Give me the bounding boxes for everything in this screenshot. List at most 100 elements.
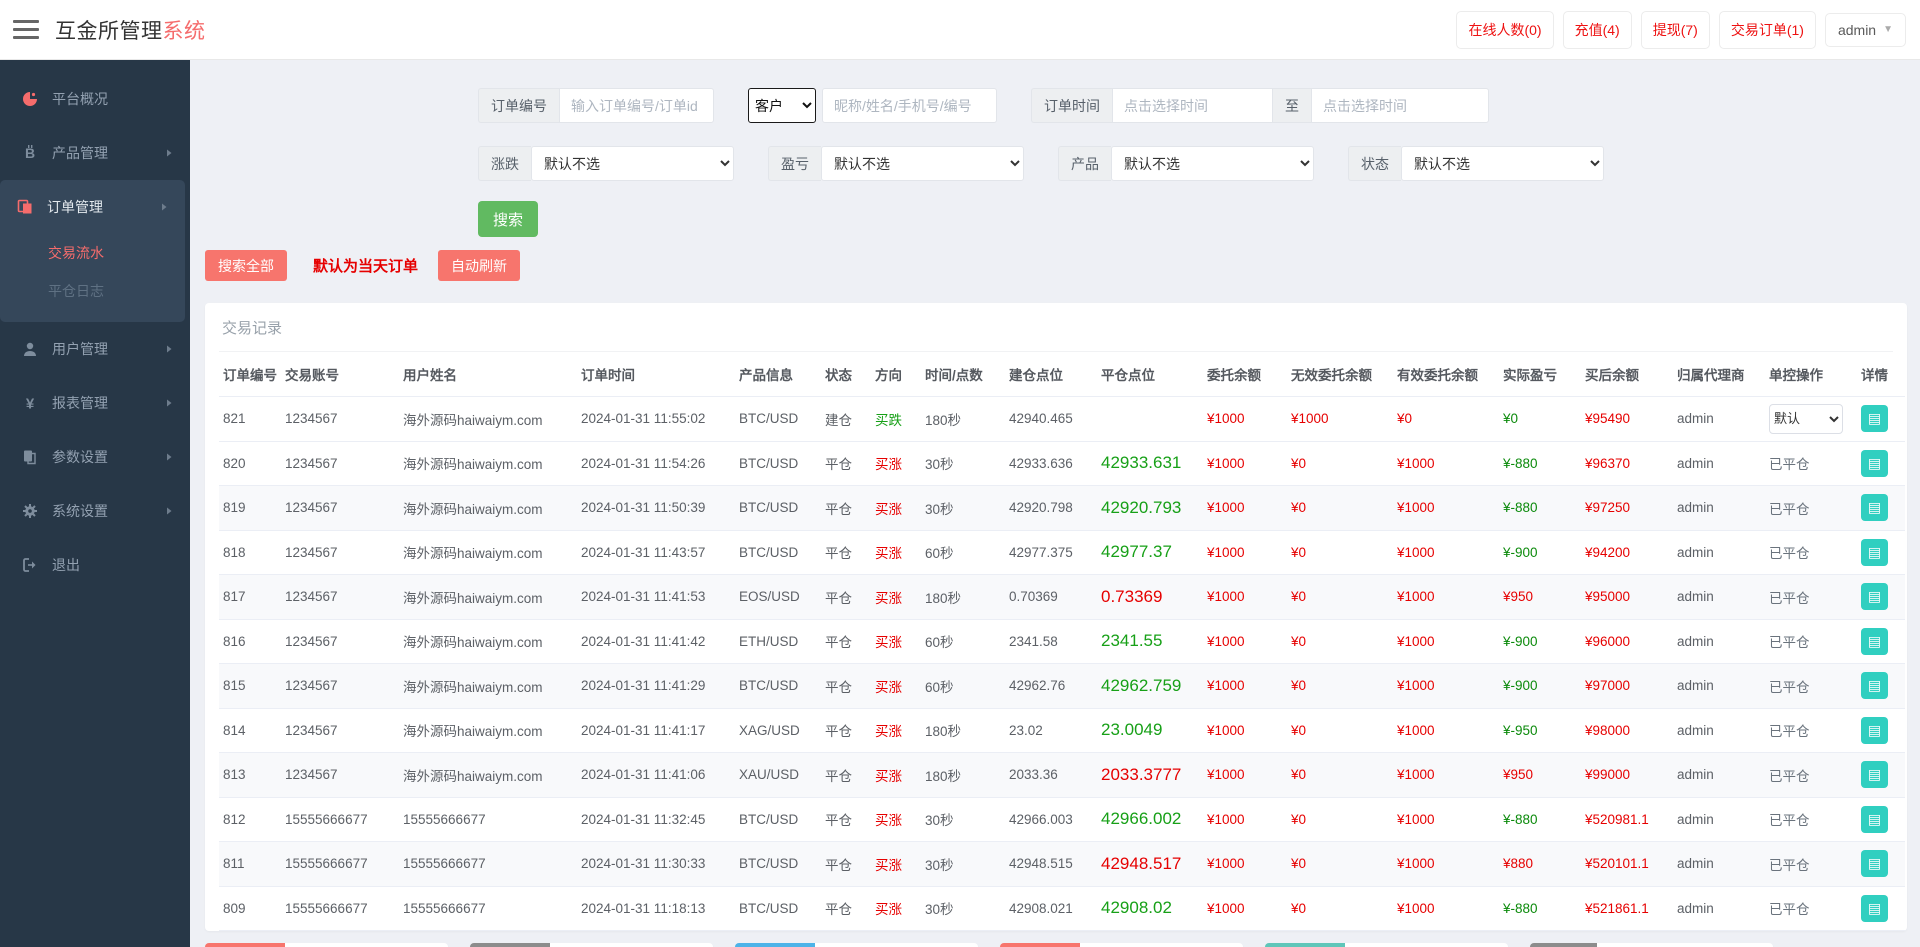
updown-select[interactable]: 默认不选	[531, 146, 734, 181]
status-select[interactable]: 默认不选	[1401, 146, 1604, 181]
cell-valid_entrust: ¥1000	[1393, 886, 1499, 931]
main-content: 订单编号 客户 订单时间 至 涨跌 默认不选 盈亏 默认不选 产品 默认不选 状…	[190, 60, 1920, 947]
top-header: 互金所管理系统 在线人数(0) 充值(4) 提现(7) 交易订单(1) admin ▼	[0, 0, 1920, 60]
cell-invalid_entrust: ¥0	[1287, 574, 1393, 620]
cell-id: 813	[219, 752, 281, 798]
detail-button[interactable]: ▤	[1861, 805, 1888, 833]
auto-refresh-button[interactable]: 自动刷新	[438, 250, 521, 281]
cell-product: BTC/USD	[735, 797, 821, 842]
header-stat-button[interactable]: 充值(4)	[1562, 10, 1632, 49]
cell-account: 1234567	[281, 752, 399, 798]
cell-detail: ▤	[1857, 797, 1905, 842]
cell-after_balance: ¥95490	[1581, 396, 1673, 442]
logout-icon	[20, 557, 40, 573]
sidebar-item-label: 用户管理	[52, 341, 108, 357]
chevron-right-icon	[164, 398, 174, 408]
admin-dropdown[interactable]: admin ▼	[1824, 12, 1906, 47]
search-button[interactable]: 搜索	[478, 201, 539, 237]
time-from-input[interactable]	[1112, 88, 1272, 123]
sidebar-item-orders[interactable]: 订单管理	[0, 180, 185, 234]
search-all-button[interactable]: 搜索全部	[205, 250, 287, 281]
sidebar-item-params[interactable]: 参数设置	[0, 430, 190, 484]
cell-direction: 买涨	[871, 886, 921, 931]
detail-button[interactable]: ▤	[1861, 449, 1888, 477]
cell-close_point: 42966.002	[1097, 797, 1203, 842]
cell-after_balance: ¥99000	[1581, 752, 1673, 798]
customer-type-select[interactable]: 客户	[748, 88, 816, 123]
cell-after_balance: ¥94200	[1581, 530, 1673, 575]
control-status-text: 已平仓	[1769, 902, 1810, 918]
detail-button[interactable]: ▤	[1861, 894, 1888, 922]
cell-close_point: 42920.793	[1097, 485, 1203, 531]
sidebar-item-dashboard[interactable]: 平台概况	[0, 72, 190, 126]
cell-close_point: 42933.631	[1097, 441, 1203, 486]
cell-product: BTC/USD	[735, 841, 821, 887]
trade-records-panel: 交易记录 订单编号 交易账号 用户姓名 订单时间 产品信息 状态 方向 时间/点数 建仓点位 平仓…	[205, 303, 1907, 931]
cell-product: BTC/USD	[735, 886, 821, 931]
cell-account: 15555666677	[281, 886, 399, 931]
cell-close_point: 42977.37	[1097, 530, 1203, 575]
close-point-value: 42920.793	[1101, 497, 1182, 517]
time-to-input[interactable]	[1311, 88, 1489, 123]
app-title: 互金所管理系统	[55, 15, 206, 45]
sidebar-item-user[interactable]: 用户管理	[0, 322, 190, 376]
cell-duration: 30秒	[921, 841, 1005, 887]
cell-time: 2024-01-31 11:55:02	[577, 396, 735, 442]
cell-entrust: ¥1000	[1203, 441, 1287, 486]
detail-button[interactable]: ▤	[1861, 538, 1888, 566]
cell-invalid_entrust: ¥0	[1287, 663, 1393, 709]
column-header-open_point: 建仓点位	[1005, 352, 1097, 397]
detail-button[interactable]: ▤	[1861, 716, 1888, 744]
detail-button[interactable]: ▤	[1861, 850, 1888, 878]
cell-open_point: 2341.58	[1005, 619, 1097, 664]
sidebar-item-logout[interactable]: 退出	[0, 538, 190, 592]
cell-detail: ▤	[1857, 574, 1905, 620]
cell-agent: admin	[1673, 530, 1765, 575]
after_balance-value: ¥94200	[1585, 544, 1631, 560]
cell-username: 15555666677	[399, 841, 577, 887]
control-status-text: 已平仓	[1769, 813, 1810, 829]
product-select[interactable]: 默认不选	[1111, 146, 1314, 181]
hamburger-menu-icon[interactable]	[13, 19, 39, 40]
customer-input[interactable]	[822, 88, 997, 123]
cell-time: 2024-01-31 11:18:13	[577, 886, 735, 931]
order-no-input[interactable]	[559, 88, 714, 123]
detail-button[interactable]: ▤	[1861, 405, 1888, 433]
profit-loss-select[interactable]: 默认不选	[821, 146, 1024, 181]
updown-label: 涨跌	[478, 146, 531, 181]
detail-list-icon: ▤	[1867, 410, 1882, 427]
detail-button[interactable]: ▤	[1861, 672, 1888, 700]
sidebar-subitem[interactable]: 交易流水	[0, 234, 185, 272]
profit-value: ¥-900	[1503, 633, 1538, 649]
detail-button[interactable]: ▤	[1861, 494, 1888, 522]
sidebar-item-gear[interactable]: 系统设置	[0, 484, 190, 538]
cell-open_point: 42933.636	[1005, 441, 1097, 486]
profit-value: ¥-880	[1503, 455, 1538, 471]
sidebar-item-bitcoin[interactable]: B 产品管理	[0, 126, 190, 180]
single-control-select[interactable]: 默认	[1769, 403, 1843, 434]
detail-button[interactable]: ▤	[1861, 627, 1888, 655]
valid_entrust-value: ¥1000	[1397, 811, 1435, 827]
detail-button[interactable]: ▤	[1861, 761, 1888, 789]
status-group: 状态 默认不选	[1348, 146, 1604, 181]
cell-open_point: 42920.798	[1005, 485, 1097, 531]
header-stat-button[interactable]: 提现(7)	[1640, 10, 1710, 49]
header-stat-button[interactable]: 交易订单(1)	[1718, 10, 1816, 49]
cell-product: BTC/USD	[735, 530, 821, 575]
order-time-group: 订单时间 至	[1031, 88, 1489, 123]
cell-account: 1234567	[281, 530, 399, 575]
column-header-duration: 时间/点数	[921, 352, 1005, 397]
cell-id: 811	[219, 841, 281, 887]
detail-list-icon: ▤	[1867, 588, 1882, 605]
column-header-invalid_entrust: 无效委托余额	[1287, 352, 1393, 397]
sidebar-item-yen[interactable]: ¥ 报表管理	[0, 376, 190, 430]
direction-value: 买涨	[875, 546, 902, 562]
cell-invalid_entrust: ¥0	[1287, 708, 1393, 753]
cell-close_point: 2033.3777	[1097, 752, 1203, 798]
detail-list-icon: ▤	[1867, 721, 1882, 738]
sidebar-subitem[interactable]: 平仓日志	[0, 272, 185, 310]
cell-time: 2024-01-31 11:41:42	[577, 619, 735, 664]
cell-time: 2024-01-31 11:41:29	[577, 663, 735, 709]
header-stat-button[interactable]: 在线人数(0)	[1456, 10, 1554, 49]
detail-button[interactable]: ▤	[1861, 583, 1888, 611]
